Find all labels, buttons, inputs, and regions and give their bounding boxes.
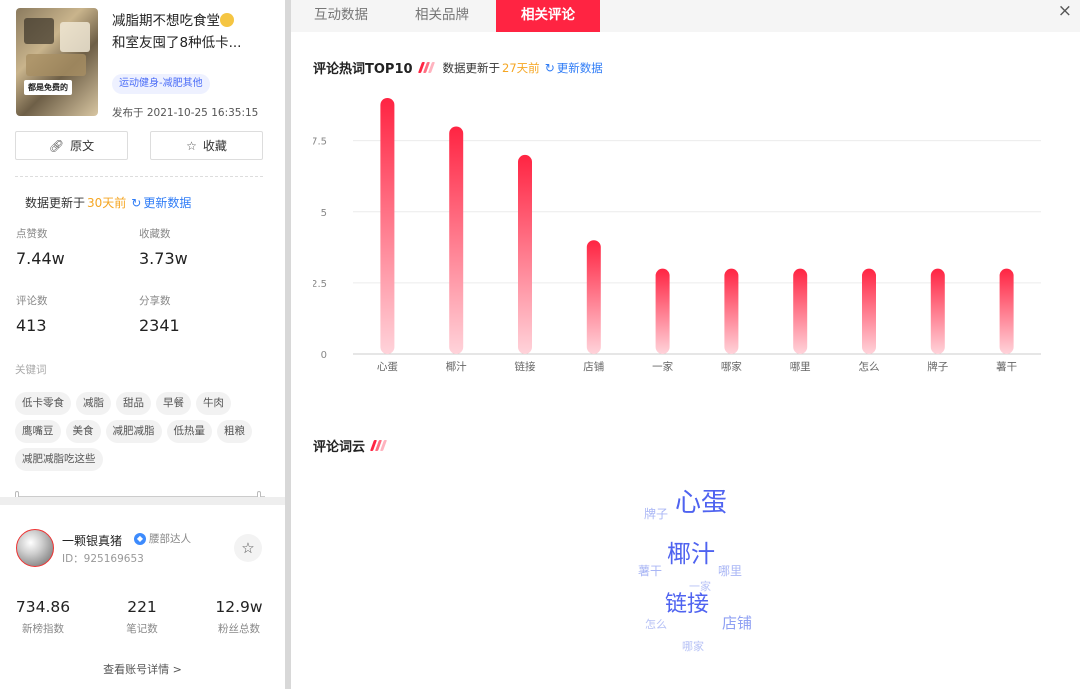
thumbnail-caption: 都是免费的 <box>24 80 72 95</box>
x-tick-label: 哪里 <box>790 361 811 373</box>
bar-chart-svg: 0 2.5 5 7.5 心蛋 椰汁 链接 店铺 一家 哪家 哪里 怎么 牌子 薯干 <box>313 98 1041 373</box>
x-tick-label: 链接 <box>515 360 536 373</box>
tab-bar: 互动数据 相关品牌 相关评论 × <box>291 0 1080 32</box>
cloud-word[interactable]: 哪家 <box>682 638 704 654</box>
decor-slashes-icon <box>417 62 435 73</box>
user-stat-fans: 12.9w 粉丝总数 <box>215 598 263 635</box>
tab-related-comments[interactable]: 相关评论 <box>496 0 600 32</box>
keyword-chip[interactable]: 甜品 <box>116 392 151 415</box>
cloud-word[interactable]: 心蛋 <box>675 482 727 519</box>
refresh-icon: ↻ <box>544 60 555 75</box>
y-tick-label: 2.5 <box>313 279 327 290</box>
note-title[interactable]: 减脂期不想吃食堂 和室友囤了8种低卡... <box>112 10 278 54</box>
note-detail-panel: 都是免费的 减脂期不想吃食堂 和室友囤了8种低卡... 运动健身-减肥其他 发布… <box>0 0 285 689</box>
comment-analysis-panel: 互动数据 相关品牌 相关评论 × 评论热词TOP10 数据更新于 27天前 ↻ … <box>291 0 1080 689</box>
cloud-word[interactable]: 牌子 <box>644 505 668 522</box>
user-stat-index: 734.86 新榜指数 <box>15 598 71 635</box>
keyword-chip[interactable]: 牛肉 <box>196 392 231 415</box>
keyword-list: 低卡零食 减脂 甜品 早餐 牛肉 鹰嘴豆 美食 减肥减脂 低热量 粗粮 减肥减脂… <box>15 392 265 471</box>
stat-shares: 分享数 2341 <box>139 295 180 335</box>
verified-icon: ◆ <box>134 532 146 545</box>
tab-interaction-data[interactable]: 互动数据 <box>299 0 383 32</box>
keywords-label: 关键词 <box>15 364 47 376</box>
follow-star-button[interactable]: ☆ <box>234 534 262 562</box>
stat-likes: 点赞数 7.44w <box>16 228 65 268</box>
note-actions: 🔗︎ 原文 ☆ 收藏 <box>15 131 263 160</box>
keyword-chip[interactable]: 低卡零食 <box>15 392 71 415</box>
user-level-badge: ◆ 腰部达人 <box>134 531 191 546</box>
keyword-chip[interactable]: 减肥减脂吃这些 <box>15 448 103 471</box>
bar-薯干[interactable] <box>999 268 1014 354</box>
section-separator <box>0 497 285 505</box>
hot-data-update-info: 数据更新于 27天前 ↻ 更新数据 <box>442 60 603 76</box>
bar-哪家[interactable] <box>724 268 739 354</box>
grin-emoji-icon <box>220 13 234 27</box>
decor-slashes-icon <box>370 440 388 451</box>
close-icon[interactable]: × <box>1058 0 1072 22</box>
tab-related-brands[interactable]: 相关品牌 <box>397 0 487 32</box>
x-tick-label: 薯干 <box>996 360 1017 373</box>
x-tick-label: 怎么 <box>859 360 880 373</box>
bar-一家[interactable] <box>655 268 670 354</box>
hot-words-chart: 0 2.5 5 7.5 心蛋 椰汁 链接 店铺 一家 哪家 哪里 怎么 牌子 薯干 <box>313 88 1063 388</box>
cloud-word[interactable]: 椰汁 <box>667 534 715 569</box>
keyword-chip[interactable]: 鹰嘴豆 <box>15 420 61 443</box>
bar-店铺[interactable] <box>586 240 601 354</box>
bar-怎么[interactable] <box>862 268 876 354</box>
stat-collects: 收藏数 3.73w <box>139 228 188 268</box>
keyword-chip[interactable]: 粗粮 <box>217 420 252 443</box>
note-header: 都是免费的 减脂期不想吃食堂 和室友囤了8种低卡... 运动健身-减肥其他 发布… <box>16 8 278 119</box>
x-tick-label: 一家 <box>652 360 674 373</box>
y-tick-label: 5 <box>321 208 327 219</box>
x-tick-label: 牌子 <box>927 360 948 373</box>
account-detail-link[interactable]: 查看账号详情 > <box>0 661 285 677</box>
favorite-button[interactable]: ☆ 收藏 <box>150 131 263 160</box>
word-cloud-section-title: 评论词云 <box>313 436 388 455</box>
cloud-word[interactable]: 一家 <box>689 578 711 594</box>
keyword-chip[interactable]: 减脂 <box>76 392 111 415</box>
stat-comments: 评论数 413 <box>16 295 48 335</box>
publish-time: 发布于 2021-10-25 16:35:15 <box>112 107 259 119</box>
cloud-word[interactable]: 店铺 <box>722 612 752 633</box>
x-tick-label: 心蛋 <box>377 361 398 373</box>
x-tick-label: 店铺 <box>583 360 604 373</box>
avatar[interactable] <box>16 529 54 567</box>
note-thumbnail[interactable]: 都是免费的 <box>16 8 98 116</box>
refresh-data-link[interactable]: ↻ 更新数据 <box>131 194 191 211</box>
data-update-info: 数据更新于 30天前 ↻ 更新数据 <box>25 194 192 211</box>
y-tick-label: 7.5 <box>313 137 327 148</box>
bar-牌子[interactable] <box>930 268 945 354</box>
word-cloud: 心蛋 椰汁 链接 店铺 牌子 薯干 哪里 一家 怎么 哪家 <box>291 470 1080 689</box>
bar-链接[interactable] <box>518 154 532 354</box>
hot-refresh-data-link[interactable]: ↻ 更新数据 <box>545 60 603 76</box>
star-icon: ☆ <box>186 138 197 153</box>
keyword-chip[interactable]: 早餐 <box>156 392 191 415</box>
keyword-chip[interactable]: 减肥减脂 <box>105 420 162 443</box>
user-id: ID：925169653 <box>62 553 144 565</box>
original-button[interactable]: 🔗︎ 原文 <box>15 131 128 160</box>
star-icon: ☆ <box>241 539 255 557</box>
cloud-word[interactable]: 哪里 <box>718 562 742 579</box>
cloud-word[interactable]: 薯干 <box>638 562 662 579</box>
refresh-icon: ↻ <box>131 195 142 210</box>
link-icon: 🔗︎ <box>48 138 65 153</box>
user-stat-notes: 221 笔记数 <box>126 598 158 635</box>
keyword-chip[interactable]: 美食 <box>65 420 101 443</box>
cloud-word[interactable]: 怎么 <box>645 616 667 632</box>
hot-words-section-title: 评论热词TOP10 数据更新于 27天前 ↻ 更新数据 <box>313 60 603 78</box>
divider <box>15 176 263 177</box>
bar-椰汁[interactable] <box>449 126 464 354</box>
user-name[interactable]: 一颗银真猪 <box>62 532 122 549</box>
x-tick-label: 椰汁 <box>446 360 467 373</box>
x-tick-label: 哪家 <box>721 360 742 373</box>
bar-心蛋[interactable] <box>380 98 395 354</box>
category-tag: 运动健身-减肥其他 <box>112 74 210 94</box>
bar-哪里[interactable] <box>793 268 808 354</box>
keyword-chip[interactable]: 低热量 <box>166 420 212 443</box>
y-tick-label: 0 <box>321 350 327 361</box>
